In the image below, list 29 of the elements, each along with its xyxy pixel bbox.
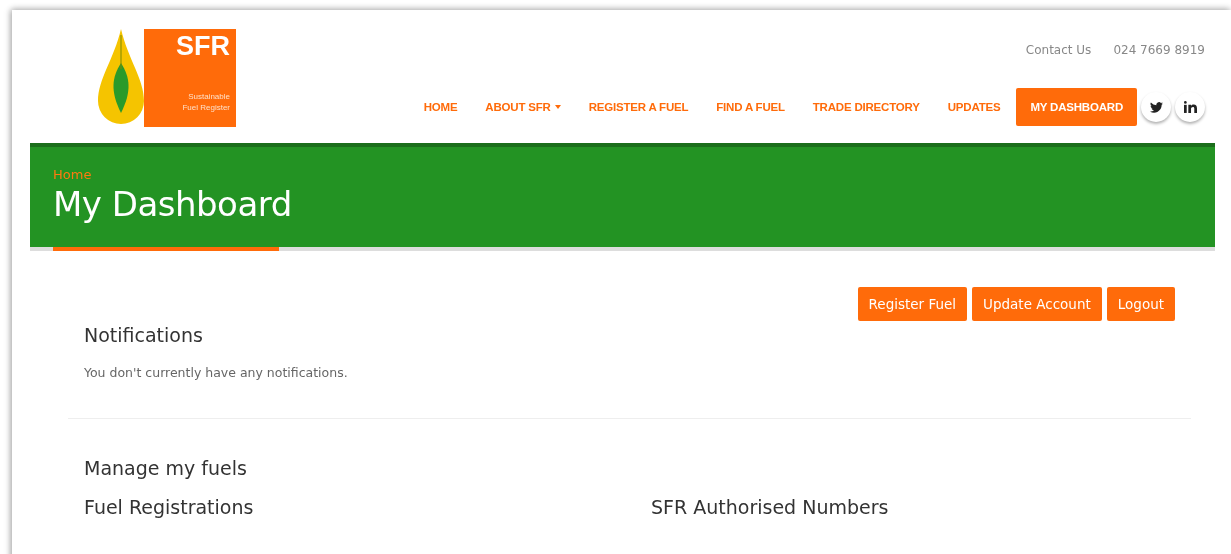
twitter-button[interactable] (1141, 92, 1171, 122)
linkedin-icon (1183, 101, 1197, 113)
fuel-drop-logo-icon (98, 29, 144, 127)
bird-icon (1149, 101, 1163, 113)
nav-item[interactable]: UPDATES (933, 88, 1015, 126)
nav-item[interactable]: TRADE DIRECTORY (798, 88, 934, 126)
action-button[interactable]: Register Fuel (857, 287, 968, 321)
action-button[interactable]: Logout (1106, 287, 1175, 321)
column-heading: Fuel Registrations (84, 496, 255, 518)
nav-item[interactable]: REGISTER A FUEL (574, 88, 703, 126)
section-heading: Manage my fuels (84, 457, 248, 479)
top-link[interactable]: 024 7669 8919 (1113, 43, 1205, 88)
logo-badge[interactable]: SFR Sustainable Fuel Register (144, 29, 236, 127)
nav-item[interactable]: MY DASHBOARD (1016, 88, 1137, 126)
linkedin-button[interactable] (1175, 92, 1205, 122)
logo-subtitle: Fuel Register (182, 102, 230, 113)
nav-item[interactable]: ABOUT SFR (471, 88, 575, 126)
caret-icon (554, 105, 561, 109)
notification-message: You don't currently have any notifications. (84, 365, 349, 380)
page-title: My Dashboard (53, 184, 293, 224)
logo-title: SFR (176, 31, 230, 62)
action-button[interactable]: Update Account (972, 287, 1102, 321)
nav-item[interactable]: HOME (409, 88, 472, 126)
column-heading: SFR Authorised Numbers (651, 496, 890, 518)
logo-subtitle: Sustainable (188, 91, 230, 102)
section-heading: Notifications (84, 324, 204, 346)
top-link[interactable]: Contact Us (1025, 43, 1092, 88)
nav-item[interactable]: FIND A FUEL (702, 88, 799, 126)
breadcrumb-link[interactable]: Home (53, 167, 1215, 182)
